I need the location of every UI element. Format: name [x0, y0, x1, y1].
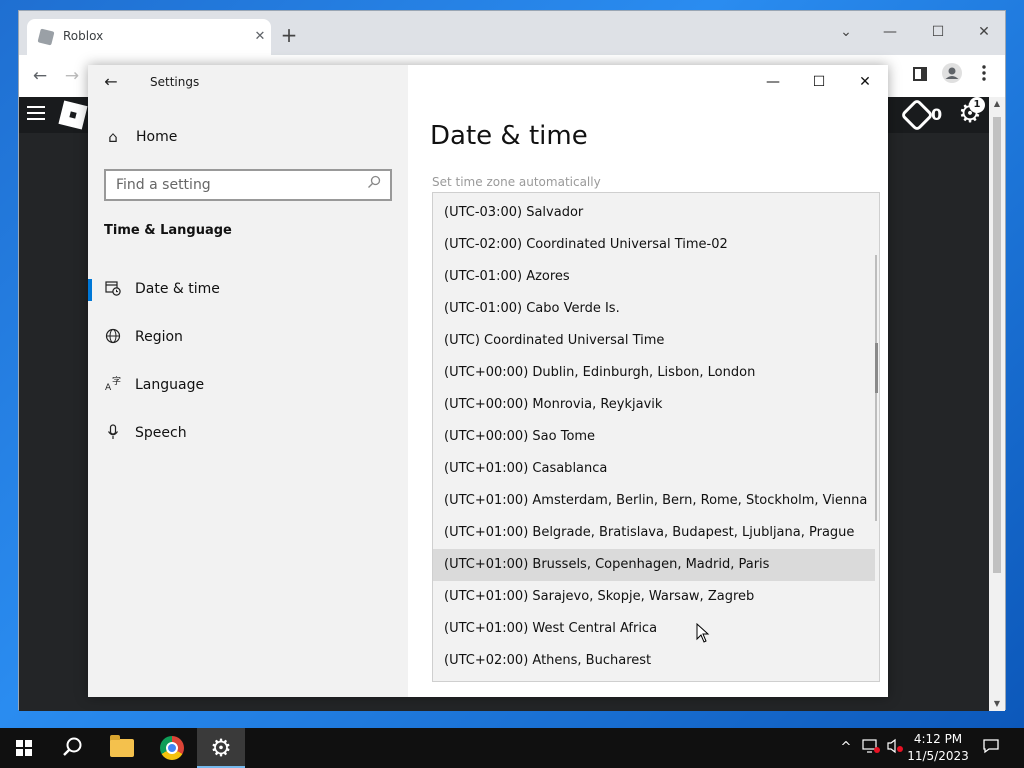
show-hidden-icons-chevron-icon[interactable]: ^ [838, 738, 854, 758]
gear-icon: ⚙ [210, 734, 232, 762]
action-center-icon[interactable] [980, 738, 1002, 758]
hamburger-menu-icon[interactable] [27, 106, 45, 122]
browser-close-button[interactable]: ✕ [969, 19, 999, 45]
scroll-up-arrow-icon[interactable]: ▲ [989, 97, 1005, 111]
settings-close-button[interactable]: ✕ [842, 67, 888, 97]
timezone-option[interactable]: (UTC+00:00) Dublin, Edinburgh, Lisbon, L… [433, 357, 875, 389]
timezone-option[interactable]: (UTC+00:00) Monrovia, Reykjavik [433, 389, 875, 421]
roblox-favicon-icon [37, 28, 55, 46]
folder-icon [110, 735, 134, 757]
volume-muted-icon[interactable] [884, 738, 906, 761]
chrome-icon [160, 736, 184, 760]
mouse-cursor-icon [696, 623, 710, 643]
tab-close-icon[interactable]: ✕ [249, 27, 271, 47]
windows-logo-icon [16, 740, 32, 756]
chrome-taskbar-button[interactable] [148, 728, 196, 768]
file-explorer-button[interactable] [98, 728, 146, 768]
settings-sidebar: ← Settings ⌂ Home Time & Language Date &… [88, 65, 408, 697]
search-icon [62, 736, 84, 758]
browser-maximize-button[interactable]: ☐ [923, 19, 953, 45]
language-icon: A字 [104, 375, 122, 394]
timezone-option[interactable]: (UTC-03:00) Salvador [433, 197, 875, 229]
profile-avatar-icon[interactable] [939, 63, 965, 89]
scroll-down-arrow-icon[interactable]: ▼ [989, 697, 1005, 711]
timezone-option[interactable]: (UTC+00:00) Sao Tome [433, 421, 875, 453]
sidebar-item-label: Date & time [135, 281, 220, 297]
roblox-logo-icon[interactable] [58, 100, 88, 130]
side-panel-icon[interactable] [907, 63, 933, 89]
tab-title: Roblox [63, 29, 104, 43]
settings-minimize-button[interactable]: — [750, 67, 796, 97]
page-title: Date & time [430, 121, 588, 151]
network-icon[interactable] [860, 738, 882, 761]
timezone-option[interactable]: (UTC) Coordinated Universal Time [433, 325, 875, 357]
timezone-option[interactable]: (UTC+01:00) Sarajevo, Skopje, Warsaw, Za… [433, 581, 875, 613]
microphone-icon [104, 424, 122, 442]
robux-count[interactable]: 0 [931, 105, 942, 124]
sidebar-item-home[interactable]: ⌂ Home [102, 127, 392, 149]
timezone-option[interactable]: (UTC-02:00) Coordinated Universal Time-0… [433, 229, 875, 261]
settings-maximize-button[interactable]: ☐ [796, 67, 842, 97]
calendar-clock-icon [104, 280, 122, 298]
find-setting-search[interactable] [104, 169, 392, 201]
browser-menu-icon[interactable] [971, 63, 997, 89]
settings-window-title: Settings [150, 75, 200, 89]
back-arrow-icon[interactable]: ← [27, 63, 53, 89]
sidebar-item-label: Region [135, 329, 183, 345]
scrollbar-thumb[interactable] [993, 117, 1001, 573]
sidebar-item-date-time[interactable]: Date & time [88, 272, 408, 306]
sidebar-item-language[interactable]: A字 Language [88, 368, 408, 402]
timezone-option[interactable]: (UTC+01:00) West Central Africa [433, 613, 875, 645]
home-label: Home [136, 129, 178, 145]
sidebar-item-region[interactable]: Region [88, 320, 408, 354]
robux-icon[interactable] [900, 98, 934, 132]
timezone-option[interactable]: (UTC+02:00) Athens, Bucharest [433, 645, 875, 677]
section-title: Time & Language [104, 223, 232, 238]
settings-window: ← Settings ⌂ Home Time & Language Date &… [88, 65, 888, 697]
chrome-tab-bar: Roblox ✕ + ⌄ — ☐ ✕ [19, 11, 1005, 55]
timezone-list-scroll-thumb[interactable] [875, 343, 878, 393]
sidebar-item-label: Language [135, 377, 205, 393]
page-scrollbar[interactable]: ▲ ▼ [989, 97, 1005, 711]
browser-minimize-button[interactable]: — [875, 19, 905, 45]
svg-text:A: A [105, 383, 112, 392]
timezone-dropdown-list[interactable]: (UTC-03:00) Salvador (UTC-02:00) Coordina… [432, 192, 880, 682]
timezone-option[interactable]: (UTC-01:00) Azores [433, 261, 875, 293]
clock-date: 11/5/2023 [907, 749, 969, 763]
new-tab-button[interactable]: + [277, 23, 301, 47]
sidebar-item-speech[interactable]: Speech [88, 416, 408, 450]
settings-back-arrow-icon[interactable]: ← [100, 71, 122, 93]
taskbar-search-button[interactable] [48, 728, 96, 768]
search-icon[interactable] [364, 175, 384, 195]
system-clock[interactable]: 4:12 PM 11/5/2023 [906, 731, 970, 765]
auto-timezone-label: Set time zone automatically [432, 175, 601, 189]
timezone-option[interactable]: (UTC+01:00) Belgrade, Bratislava, Budape… [433, 517, 875, 549]
search-input[interactable] [106, 171, 356, 199]
start-button[interactable] [0, 728, 48, 768]
windows-taskbar: ⚙ ^ 4:12 PM 11/5/2023 [0, 728, 1024, 768]
timezone-option[interactable]: (UTC+01:00) Brussels, Copenhagen, Madrid… [433, 549, 875, 581]
tab-search-dropdown-icon[interactable]: ⌄ [831, 19, 861, 45]
sidebar-item-label: Speech [135, 425, 187, 441]
timezone-option[interactable]: (UTC-01:00) Cabo Verde Is. [433, 293, 875, 325]
notification-badge: 1 [969, 97, 985, 113]
settings-taskbar-button[interactable]: ⚙ [197, 728, 245, 768]
clock-time: 4:12 PM [913, 732, 963, 746]
browser-tab-roblox[interactable]: Roblox ✕ [27, 19, 271, 55]
forward-arrow-icon[interactable]: → [59, 63, 85, 89]
globe-icon [104, 328, 122, 346]
timezone-option[interactable]: (UTC+01:00) Casablanca [433, 453, 875, 485]
svg-text:字: 字 [112, 376, 121, 387]
timezone-option[interactable]: (UTC+01:00) Amsterdam, Berlin, Bern, Rom… [433, 485, 875, 517]
home-icon: ⌂ [108, 128, 118, 146]
